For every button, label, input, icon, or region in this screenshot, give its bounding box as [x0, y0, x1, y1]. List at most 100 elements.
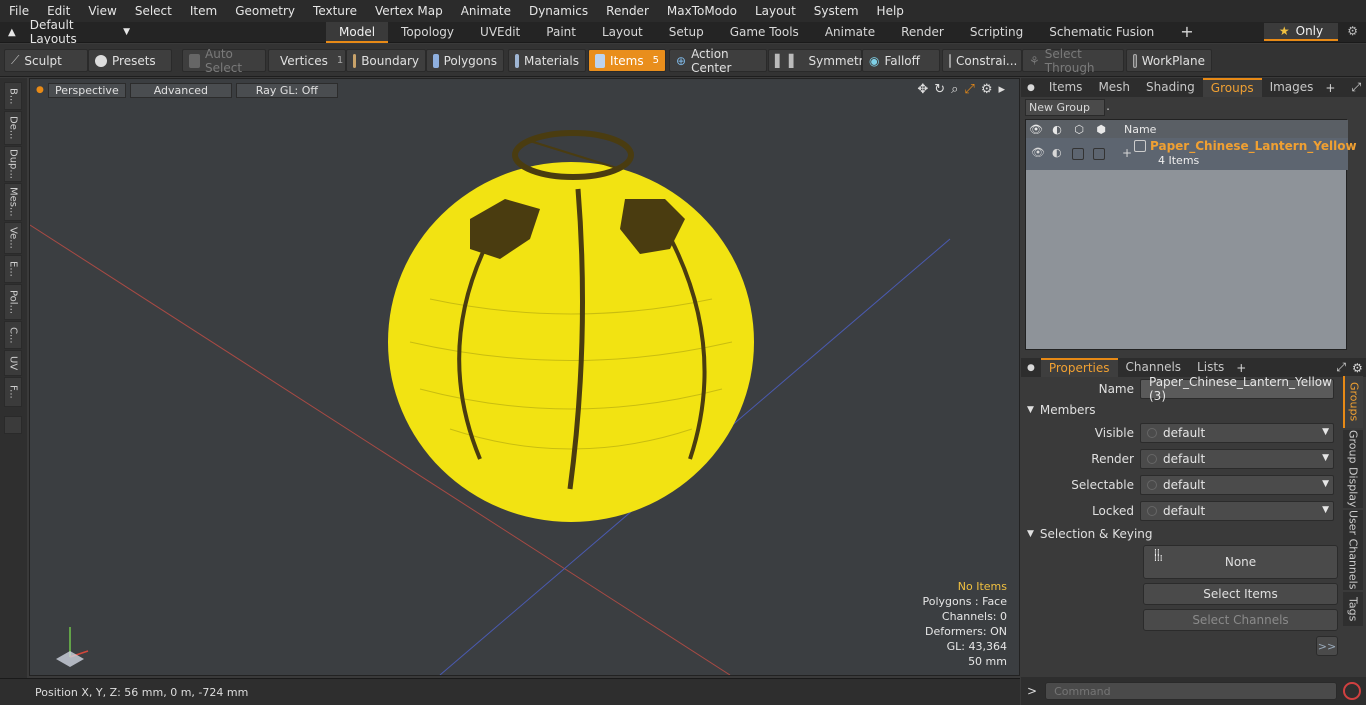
tab-shading[interactable]: Shading [1138, 78, 1203, 97]
tab-scripting[interactable]: Scripting [957, 22, 1036, 43]
move-view-icon[interactable]: ✥ [917, 82, 928, 97]
raygl-button[interactable]: Ray GL: Off [235, 82, 338, 98]
tab-images[interactable]: Images [1262, 78, 1322, 97]
menu-system[interactable]: System [805, 0, 868, 22]
lantern-model[interactable] [388, 130, 754, 522]
menu-render[interactable]: Render [597, 0, 658, 22]
panel-options-dot[interactable]: ● [1027, 363, 1035, 373]
group-name[interactable]: Paper_Chinese_Lantern_Yellow [1150, 139, 1357, 153]
tab-items[interactable]: Items [1041, 78, 1091, 97]
tab-topology[interactable]: Topology [388, 22, 467, 43]
command-input[interactable] [1045, 682, 1338, 700]
side-tab-groups[interactable]: Groups [1343, 376, 1363, 428]
menu-dynamics[interactable]: Dynamics [520, 0, 597, 22]
lock-checkbox[interactable] [1072, 148, 1084, 160]
visibility-eye-icon[interactable]: 👁 [1031, 146, 1045, 159]
left-tab-polygon[interactable]: Pol... [4, 284, 22, 320]
gear-icon[interactable]: ⚙ [1347, 24, 1358, 38]
tab-model[interactable]: Model [326, 21, 389, 43]
select-cube-icon[interactable]: ⬢ [1090, 123, 1112, 136]
add-tab-icon[interactable]: + [1167, 22, 1206, 43]
selection-keying-section[interactable]: ▼ Selection & Keying [1027, 525, 1337, 543]
up-arrow-icon[interactable]: ▲ [8, 27, 16, 38]
render-dropdown[interactable]: default ▼ [1140, 449, 1334, 469]
menu-vertex-map[interactable]: Vertex Map [366, 0, 452, 22]
items-button[interactable]: Items 5 [588, 49, 666, 72]
left-tab-edge[interactable]: E... [4, 255, 22, 283]
materials-button[interactable]: Materials [508, 49, 586, 72]
fit-view-icon[interactable]: ⤢ [964, 82, 974, 97]
group-row[interactable]: 👁 ◐ + Paper_Chinese_Lantern_Yellow 4 Ite… [1026, 138, 1357, 170]
select-channels-button[interactable]: Select Channels [1143, 609, 1338, 631]
tab-mesh[interactable]: Mesh ... [1090, 78, 1138, 113]
menu-animate[interactable]: Animate [452, 0, 520, 22]
sculpt-button[interactable]: ⟋ Sculpt [4, 49, 88, 72]
more-button[interactable]: >> [1316, 636, 1338, 656]
menu-item[interactable]: Item [181, 0, 226, 22]
play-icon[interactable]: ▸ [998, 82, 1005, 97]
tab-render[interactable]: Render [888, 22, 957, 43]
render-toggle-icon[interactable]: ◐ [1052, 146, 1062, 159]
tab-properties[interactable]: Properties [1040, 358, 1118, 377]
expand-icon[interactable]: ⤢ [1351, 80, 1361, 95]
symmetry-button[interactable]: ▌▐ Symmetry [768, 49, 871, 72]
tab-animate[interactable]: Animate [812, 22, 888, 43]
new-group-button[interactable]: New Group [1025, 99, 1105, 116]
eye-icon[interactable]: 👁 [1026, 123, 1046, 136]
tab-game-tools[interactable]: Game Tools [717, 22, 812, 43]
add-tab-icon[interactable]: + [1325, 81, 1335, 95]
add-tab-icon[interactable]: + [1236, 361, 1246, 375]
tab-groups[interactable]: Groups [1202, 78, 1262, 97]
boundary-button[interactable]: Boundary [346, 49, 426, 72]
menu-texture[interactable]: Texture [304, 0, 366, 22]
select-items-button[interactable]: Select Items [1143, 583, 1338, 605]
left-tab-uv[interactable]: UV [4, 350, 22, 376]
left-tab-vertex[interactable]: Ve... [4, 222, 22, 254]
left-tab-basic[interactable]: B... [4, 82, 22, 110]
left-tab-mesh[interactable]: Mes... [4, 183, 22, 221]
menu-maxtomodo[interactable]: MaxToModo [658, 0, 746, 22]
advanced-button[interactable]: Advanced [129, 82, 232, 98]
left-tab-curve[interactable]: C... [4, 321, 22, 349]
left-tab-duplicate[interactable]: Dup... [4, 146, 22, 182]
panel-gear-icon[interactable]: ⚙ [1352, 361, 1363, 375]
left-tab-fusion[interactable]: F... [4, 377, 22, 407]
menu-help[interactable]: Help [868, 0, 913, 22]
auto-select-button[interactable]: Auto Select [182, 47, 266, 75]
side-tab-group-display[interactable]: Group Display [1343, 430, 1363, 508]
select-checkbox[interactable] [1093, 148, 1105, 160]
expand-icon[interactable]: ⤢ [1336, 360, 1346, 375]
tab-paint[interactable]: Paint [533, 22, 589, 43]
tab-layout[interactable]: Layout [589, 22, 656, 43]
selectable-dropdown[interactable]: default ▼ [1140, 475, 1334, 495]
select-through-button[interactable]: ⚘ Select Through [1022, 47, 1124, 75]
only-button[interactable]: ★ Only [1264, 23, 1338, 41]
panel-options-dot[interactable]: ● [1027, 83, 1035, 93]
presets-button[interactable]: Presets [88, 49, 172, 72]
action-center-button[interactable]: ⊕ Action Center [669, 47, 767, 75]
perspective-button[interactable]: Perspective [47, 82, 126, 98]
expand-plus-icon[interactable]: + [1122, 146, 1132, 160]
keying-none-button[interactable]: ⁞⁞ ⁞⁞⁞ None [1143, 545, 1338, 579]
members-section[interactable]: ▼ Members [1027, 401, 1337, 419]
constraints-button[interactable]: Constrai... [942, 49, 1022, 72]
zoom-view-icon[interactable]: ⌕ [951, 82, 958, 97]
menu-select[interactable]: Select [126, 0, 181, 22]
workplane-button[interactable]: WorkPlane [1126, 49, 1212, 72]
side-tab-tags[interactable]: Tags [1343, 592, 1363, 626]
3d-viewport[interactable]: ● Perspective Advanced Ray GL: Off ✥ ↻ ⌕… [29, 78, 1020, 676]
polygons-button[interactable]: Polygons [426, 49, 504, 72]
name-column-header[interactable]: Name [1124, 123, 1156, 136]
layouts-dropdown[interactable]: ▲ Default Layouts ▼ [0, 18, 130, 46]
vertices-button[interactable]: Vertices 1 [268, 49, 346, 72]
rotate-view-icon[interactable]: ↻ [934, 82, 945, 97]
menu-geometry[interactable]: Geometry [226, 0, 304, 22]
lock-cube-icon[interactable]: ⬡ [1068, 123, 1090, 136]
menu-layout[interactable]: Layout [746, 0, 805, 22]
side-tab-user-channels[interactable]: User Channels [1343, 510, 1363, 590]
locked-dropdown[interactable]: default ▼ [1140, 501, 1334, 521]
viewport-options-dot[interactable]: ● [36, 85, 44, 95]
tab-setup[interactable]: Setup [656, 22, 717, 43]
name-field[interactable]: Paper_Chinese_Lantern_Yellow (3) [1140, 375, 1334, 403]
left-tab-deform[interactable]: De... [4, 111, 22, 145]
